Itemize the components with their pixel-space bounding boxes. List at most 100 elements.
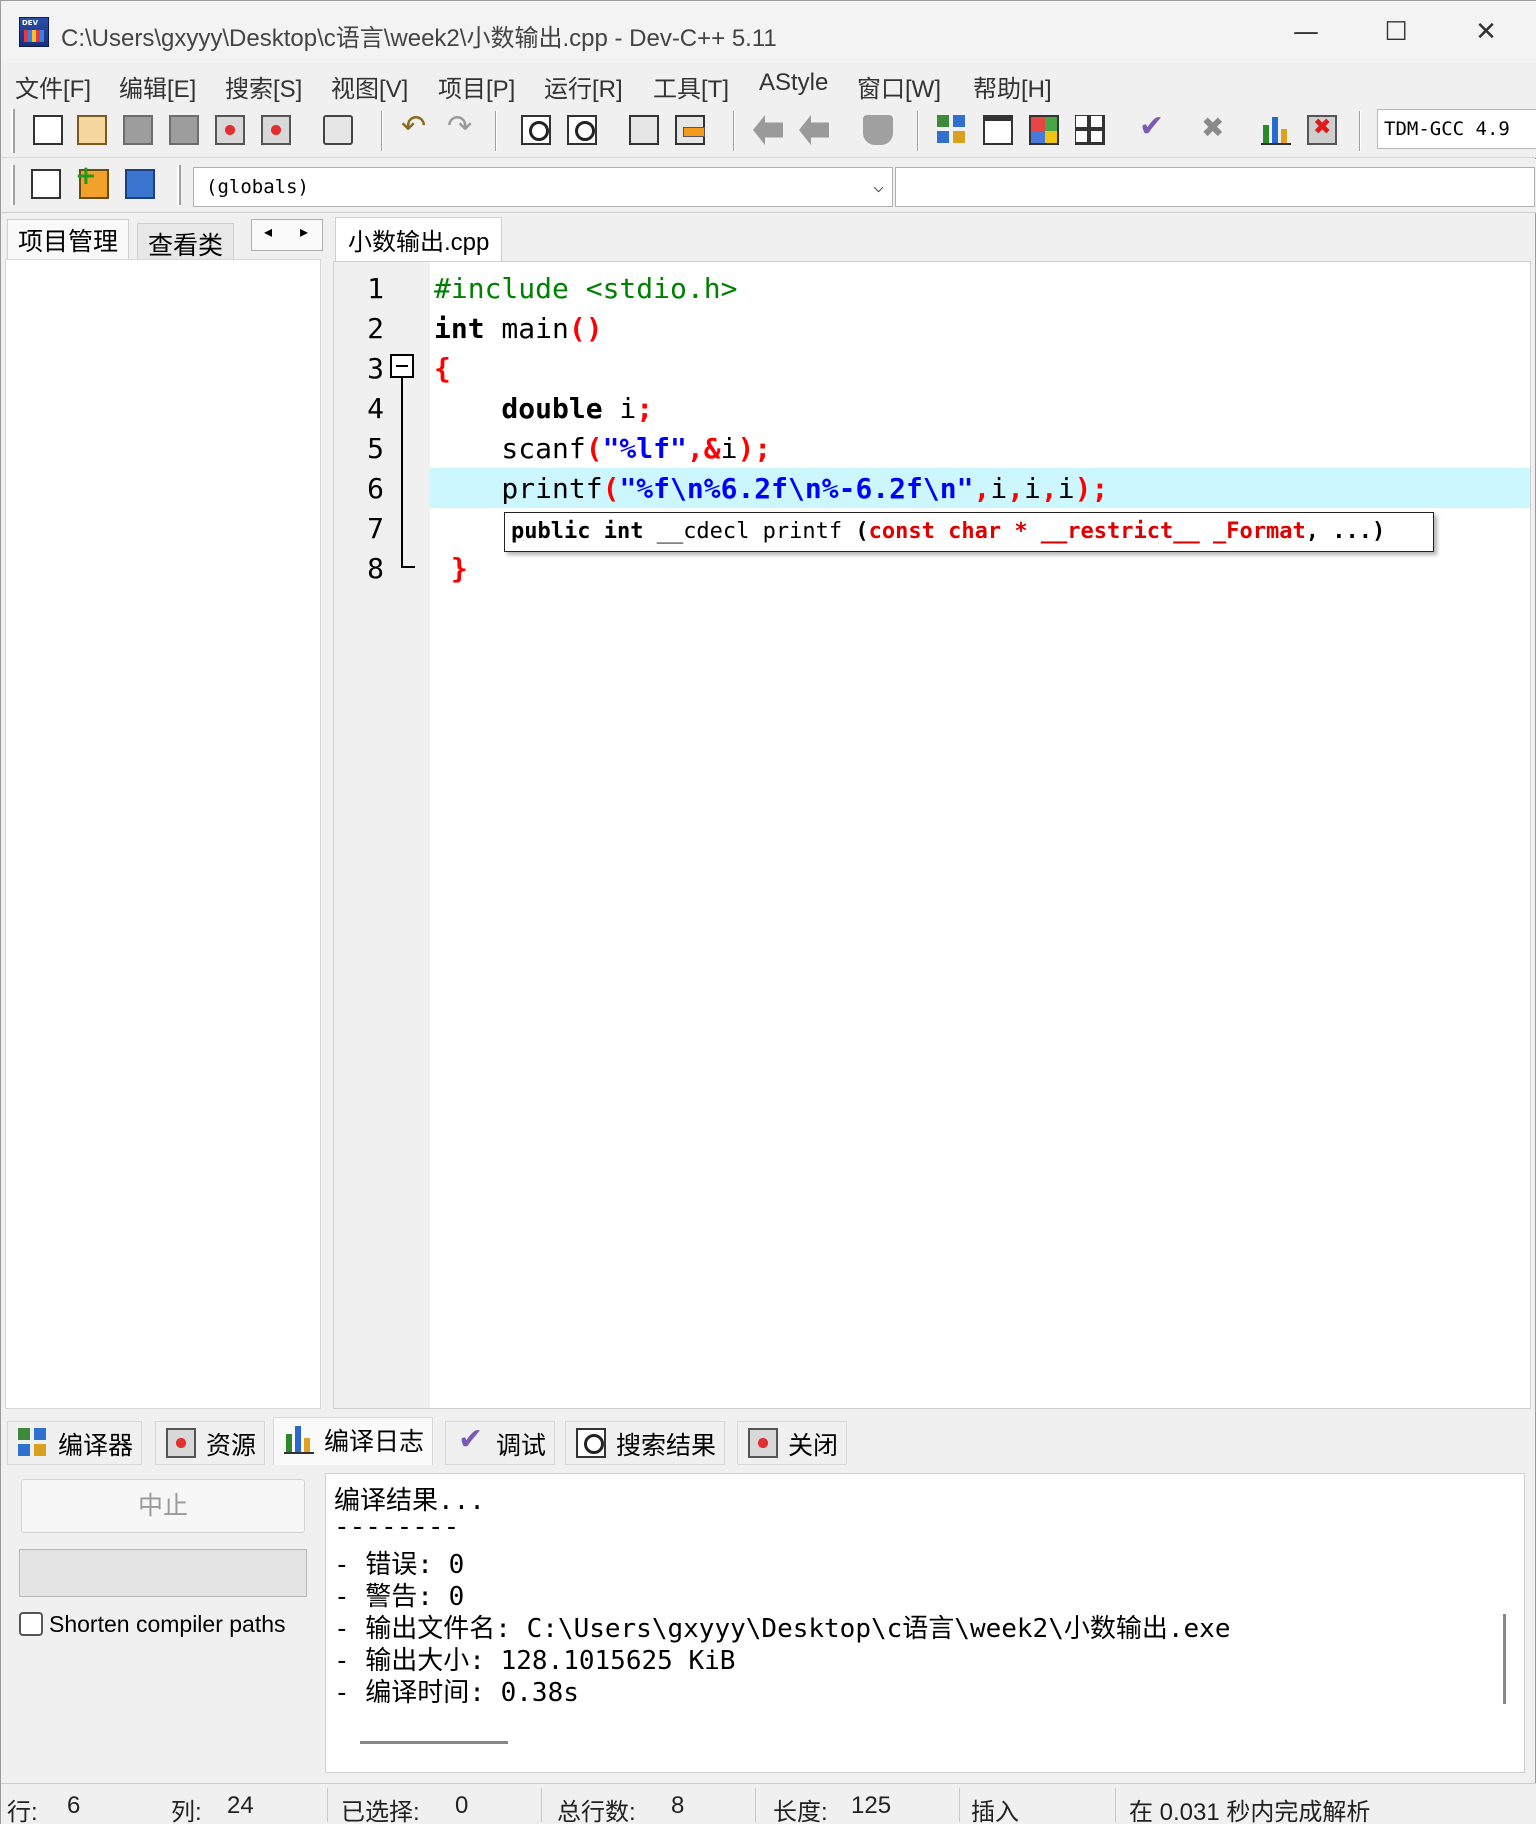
string-token: "%f\n%6.2f\n%-6.2f\n" [619,472,974,505]
status-selection-value: 0 [455,1792,469,1819]
menu-tools[interactable]: 工具[T] [653,69,729,104]
toolbar-grip[interactable] [177,165,181,205]
find-icon[interactable] [521,115,551,145]
close-window-button[interactable]: ✕ [1461,13,1511,51]
remove-from-project-icon[interactable] [125,169,155,199]
menu-help[interactable]: 帮助[H] [973,69,1052,104]
menu-run[interactable]: 运行[R] [544,69,623,104]
menu-file[interactable]: 文件[F] [15,69,91,104]
rebuild-all-icon[interactable] [1075,115,1105,145]
line-number: 7 [367,512,384,545]
minimize-button[interactable]: — [1281,13,1331,51]
log-line: - 编译时间: 0.38s [334,1678,579,1708]
menu-search[interactable]: 搜索[S] [225,69,302,104]
toolbar-grip[interactable] [11,109,15,153]
menu-astyle[interactable]: AStyle [759,69,828,97]
tab-project-manager[interactable]: 项目管理 [7,219,130,259]
status-length-label: 长度: [773,1799,828,1824]
fold-collapse-icon[interactable] [390,354,414,378]
toolbar-separator [917,111,919,151]
toggle-bookmark-icon[interactable] [863,115,893,145]
tab-debug[interactable]: 调试 [445,1421,556,1465]
code-line-2: int main() [434,312,603,345]
arrow-left-icon[interactable]: ◂ [264,222,272,241]
chevron-down-icon[interactable]: ⌵ [873,168,884,206]
status-row-label: 行: [7,1799,38,1824]
compile-progress-bar [19,1549,307,1597]
project-tree-panel[interactable] [5,259,321,1409]
identifier-token: i [720,432,738,465]
bar-chart-icon [284,1424,314,1454]
save-all-icon[interactable] [169,115,199,145]
redo-icon[interactable] [447,109,477,145]
project-options-icon[interactable] [31,169,61,199]
function-combo[interactable] [895,167,1535,207]
print-icon[interactable] [323,115,353,145]
tab-search-results[interactable]: 搜索结果 [565,1421,726,1465]
tab-close[interactable]: 关闭 [737,1421,848,1465]
debug-icon[interactable] [1137,109,1167,145]
tab-label: 关闭 [788,1432,839,1460]
compiler-select[interactable]: TDM-GCC 4.9 [1377,109,1536,149]
menu-project[interactable]: 项目[P] [438,69,515,104]
compile-run-icon[interactable] [1029,115,1059,145]
status-divider [541,1788,542,1822]
delete-profile-icon[interactable] [1307,115,1337,145]
tab-resources[interactable]: 资源 [155,1421,266,1465]
line-number: 1 [367,272,384,305]
menu-window[interactable]: 窗口[W] [857,69,941,104]
class-browser-combo[interactable]: (globals) ⌵ [193,167,893,207]
new-file-icon[interactable] [33,115,63,145]
close-all-icon[interactable] [261,115,291,145]
tab-compile-log[interactable]: 编译日志 [273,1417,434,1465]
goto-back-icon[interactable] [753,115,783,145]
run-icon[interactable] [983,115,1013,145]
unindent-icon[interactable] [675,115,705,145]
symbol-token: ); [737,432,772,465]
identifier-token: i [990,472,1008,505]
compile-icon[interactable] [937,115,967,145]
line-number: 8 [367,552,384,585]
log-line: -------- [334,1512,460,1542]
status-divider [1115,1788,1116,1822]
save-icon[interactable] [123,115,153,145]
replace-icon[interactable] [567,115,597,145]
string-token: "%lf" [602,432,687,465]
profile-icon[interactable] [1261,115,1291,145]
goto-forward-icon[interactable] [799,115,829,145]
keyword-token: double [434,392,603,425]
compile-log-output[interactable]: 编译结果... -------- - 错误: 0 - 警告: 0 - 输出文件名… [325,1473,1525,1773]
function-hint-tooltip: public int __cdecl printf (const char * … [504,512,1434,552]
line-number: 6 [367,472,384,505]
abort-compile-button[interactable]: 中止 [21,1479,305,1533]
shorten-paths-checkbox[interactable] [19,1612,43,1636]
indent-icon[interactable] [629,115,659,145]
open-file-icon[interactable] [77,115,107,145]
arrow-right-icon[interactable]: ▸ [300,222,308,241]
compiler-grid-icon [18,1428,48,1458]
editor-file-tab[interactable]: 小数输出.cpp [335,217,503,261]
stop-execution-icon[interactable] [1199,111,1229,145]
tab-label: 搜索结果 [616,1432,717,1460]
menu-edit[interactable]: 编辑[E] [119,69,196,104]
tab-label: 资源 [206,1432,257,1460]
vertical-scrollbar[interactable] [1503,1614,1506,1704]
identifier-token: main [484,312,569,345]
maximize-button[interactable]: ☐ [1371,13,1421,51]
shorten-paths-option[interactable]: Shorten compiler paths [19,1611,286,1638]
close-file-icon[interactable] [215,115,245,145]
tab-class-view[interactable]: 查看类 [137,223,235,263]
preprocessor-token: #include <stdio.h> [434,272,738,305]
tab-compiler[interactable]: 编译器 [7,1421,143,1465]
toolbar-grip[interactable] [11,165,15,205]
status-total-lines-value: 8 [671,1792,685,1819]
code-editor[interactable]: 1 2 3 4 5 6 7 8 #include <stdio.h> int m… [333,261,1531,1409]
symbol-token: ( [602,472,620,505]
symbol-token: } [434,552,468,585]
add-to-project-icon[interactable] [75,161,109,199]
fold-guide-end [401,566,415,568]
menu-view[interactable]: 视图[V] [331,69,408,104]
hint-rest: , ...) [1305,519,1386,544]
horizontal-scrollbar[interactable] [360,1741,508,1744]
undo-icon[interactable] [401,109,431,145]
